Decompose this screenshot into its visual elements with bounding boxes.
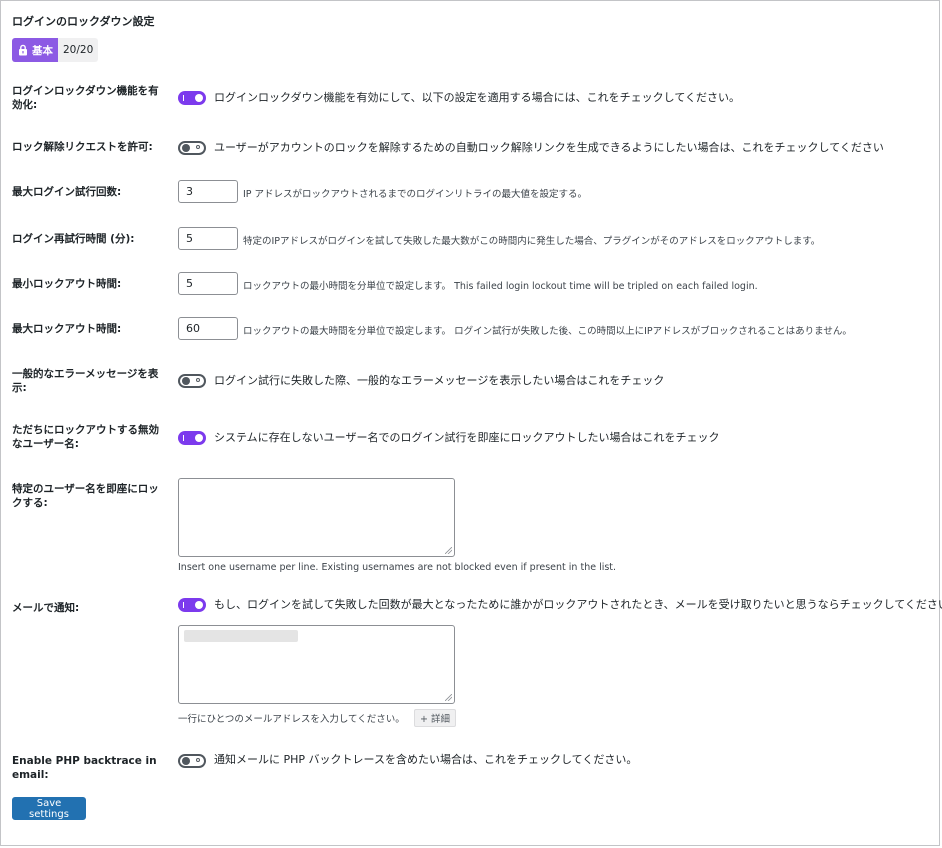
retry-period-input[interactable]: 5 bbox=[178, 227, 238, 250]
block-usernames-textarea[interactable] bbox=[178, 478, 455, 557]
desc-retry-period: 特定のIPアドレスがログインを試して失敗した最大数がこの時間内に発生した場合、プ… bbox=[243, 236, 821, 247]
min-lockout-input[interactable]: 5 bbox=[178, 272, 238, 295]
badge-score: 20/20 bbox=[63, 44, 94, 56]
desc-php-backtrace: 通知メールに PHP バックトレースを含めたい場合は、これをチェックしてください… bbox=[214, 753, 638, 766]
label-block-usernames: 特定のユーザー名を即座にロックする: bbox=[12, 483, 159, 509]
toggle-allow-unlock[interactable] bbox=[178, 141, 206, 155]
toggle-invalid-usernames[interactable] bbox=[178, 431, 206, 445]
toggle-email-notify[interactable] bbox=[178, 598, 206, 612]
toggle-php-backtrace[interactable] bbox=[178, 754, 206, 768]
desc-invalid-usernames: システムに存在しないユーザー名でのログイン試行を即座にロックアウトしたい場合はこ… bbox=[214, 431, 720, 444]
security-badge: 基本 20/20 bbox=[12, 38, 99, 62]
max-lockout-input[interactable]: 60 bbox=[178, 317, 238, 340]
label-retry-period: ログイン再試行時間 (分): bbox=[12, 233, 135, 245]
section-title: ログインのロックダウン設定 bbox=[12, 15, 155, 28]
label-allow-unlock: ロック解除リクエストを許可: bbox=[12, 141, 153, 153]
desc-max-lockout: ロックアウトの最大時間を分単位で設定します。 ログイン試行が失敗した後、この時間… bbox=[243, 326, 852, 337]
desc-email-notify: もし、ログインを試して失敗した回数が最大となったために誰かがロックアウトされたと… bbox=[214, 598, 942, 611]
resize-handle-icon[interactable] bbox=[445, 547, 452, 554]
label-max-lockout: 最大ロックアウト時間: bbox=[12, 323, 122, 335]
label-enable-lockdown: ログインロックダウン機能を有効化: bbox=[12, 85, 159, 111]
hint-email-notify: 一行にひとつのメールアドレスを入力してください。 bbox=[178, 714, 405, 725]
resize-handle-icon[interactable] bbox=[445, 694, 452, 701]
label-max-attempts: 最大ログイン試行回数: bbox=[12, 186, 122, 198]
label-email-notify: メールで通知: bbox=[12, 602, 80, 614]
email-addresses-textarea[interactable] bbox=[178, 625, 455, 704]
label-invalid-usernames: ただちにロックアウトする無効なユーザー名: bbox=[12, 424, 159, 450]
toggle-generic-error[interactable] bbox=[178, 374, 206, 388]
toggle-enable-lockdown[interactable] bbox=[178, 91, 206, 105]
more-info-button[interactable]: + 詳細 bbox=[414, 709, 456, 727]
desc-min-lockout: ロックアウトの最小時間を分単位で設定します。 This failed login… bbox=[243, 281, 758, 292]
desc-enable-lockdown: ログインロックダウン機能を有効にして、以下の設定を適用する場合には、これをチェッ… bbox=[214, 91, 741, 104]
badge-level: 基本 bbox=[12, 38, 58, 62]
desc-generic-error: ログイン試行に失敗した際、一般的なエラーメッセージを表示したい場合はこれをチェッ… bbox=[214, 374, 665, 387]
redacted-email bbox=[184, 630, 298, 642]
lock-icon bbox=[19, 44, 27, 56]
desc-max-attempts: IP アドレスがロックアウトされるまでのログインリトライの最大値を設定する。 bbox=[243, 189, 588, 200]
badge-level-text: 基本 bbox=[32, 44, 53, 57]
label-php-backtrace: Enable PHP backtrace in email: bbox=[12, 755, 157, 781]
hint-block-usernames: Insert one username per line. Existing u… bbox=[178, 562, 617, 573]
label-min-lockout: 最小ロックアウト時間: bbox=[12, 278, 122, 290]
label-generic-error: 一般的なエラーメッセージを表示: bbox=[12, 368, 159, 394]
settings-panel: ログインのロックダウン設定 基本 20/20 ログインロックダウン機能を有効化:… bbox=[0, 0, 942, 846]
max-attempts-input[interactable]: 3 bbox=[178, 180, 238, 203]
desc-allow-unlock: ユーザーがアカウントのロックを解除するための自動ロック解除リンクを生成できるよう… bbox=[214, 141, 884, 154]
save-settings-button[interactable]: Save settings bbox=[12, 797, 86, 820]
